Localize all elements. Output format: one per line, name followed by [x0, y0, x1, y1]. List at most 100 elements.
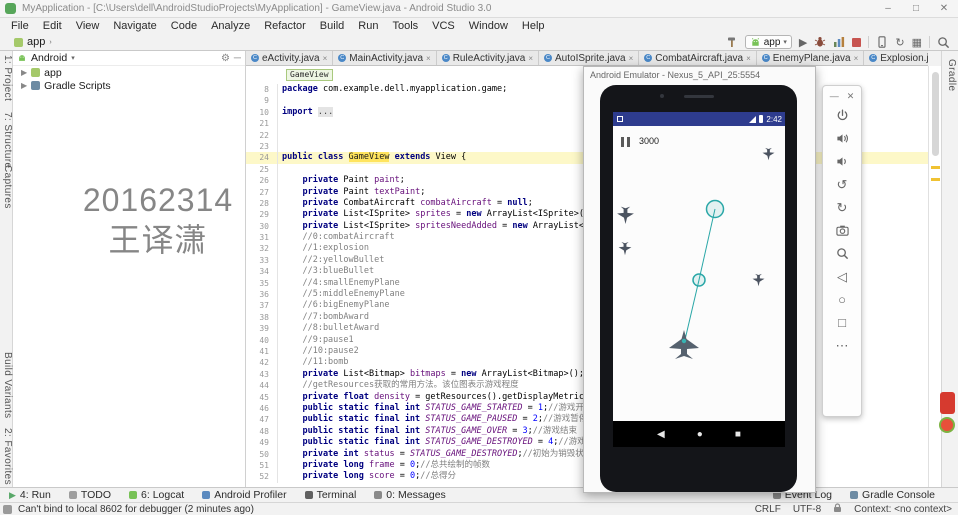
floating-mascot-icon[interactable]: [939, 417, 955, 433]
floating-badge-icon[interactable]: [939, 392, 955, 414]
menu-item-view[interactable]: View: [69, 18, 107, 34]
line-ending-indicator[interactable]: CRLF: [755, 504, 781, 515]
minimize-window-icon[interactable]: –: [874, 0, 902, 18]
tab-combataircraft-java[interactable]: C CombatAircraft.java ×: [639, 51, 757, 65]
menu-item-build[interactable]: Build: [313, 18, 351, 34]
nav-back-icon[interactable]: ◀: [657, 429, 665, 440]
emulator-home-icon[interactable]: ○: [823, 288, 861, 311]
menu-item-refactor[interactable]: Refactor: [257, 18, 313, 34]
tool-button-terminal[interactable]: Terminal: [296, 489, 366, 501]
emulator-close-icon[interactable]: ✕: [847, 91, 855, 102]
project-tree-item-gradle-scripts[interactable]: ▶ Gradle Scripts: [13, 79, 245, 92]
tool-button-build-variants[interactable]: Build Variants: [0, 352, 13, 419]
context-indicator[interactable]: Context: <no context>: [854, 504, 952, 515]
toolwindow-switcher-icon[interactable]: [3, 504, 12, 514]
tool-button-captures[interactable]: Captures: [0, 165, 13, 209]
avd-manager-icon[interactable]: [876, 36, 888, 48]
tool-button-4-run[interactable]: ▶ 4: Run: [0, 489, 60, 501]
menu-item-code[interactable]: Code: [164, 18, 204, 34]
nav-overview-icon[interactable]: ■: [735, 429, 741, 440]
tool-button-gradle[interactable]: Gradle: [944, 59, 957, 91]
close-tab-icon[interactable]: ×: [323, 54, 328, 63]
lock-icon[interactable]: [833, 502, 842, 515]
project-tree-label[interactable]: app: [44, 67, 62, 79]
close-tab-icon[interactable]: ×: [528, 54, 533, 63]
emulator-more-icon[interactable]: ⋯: [823, 334, 861, 357]
run-button[interactable]: ▶: [799, 36, 807, 49]
emulator-rotate-left-icon[interactable]: ↺: [823, 173, 861, 196]
menu-item-window[interactable]: Window: [462, 18, 515, 34]
tool-button-android-profiler[interactable]: Android Profiler: [193, 489, 295, 501]
menu-item-tools[interactable]: Tools: [385, 18, 425, 34]
close-tab-icon[interactable]: ×: [426, 54, 431, 63]
tab-explosion-java[interactable]: CExplosion.java×: [864, 51, 928, 65]
project-tree-label[interactable]: Gradle Scripts: [44, 80, 111, 92]
tool-button-label: 0: Messages: [386, 489, 446, 501]
warning-stripe-mark[interactable]: [931, 166, 940, 169]
tool-button-2-favorites[interactable]: 2: Favorites: [0, 428, 13, 485]
scrollbar-thumb[interactable]: [932, 72, 939, 156]
gear-icon[interactable]: ⚙: [221, 53, 230, 64]
tab-ruleactivity-java[interactable]: C RuleActivity.java ×: [437, 51, 539, 65]
emulator-back-icon[interactable]: ◁: [823, 265, 861, 288]
code-text: //11:bomb: [282, 357, 349, 368]
tool-button-1-project[interactable]: 1: Project: [0, 55, 13, 101]
breadcrumb[interactable]: app ›: [14, 36, 52, 48]
build-hammer-icon[interactable]: [726, 36, 738, 48]
line-number: 47: [246, 414, 278, 426]
tool-button-todo[interactable]: TODO: [60, 489, 120, 501]
close-tab-icon[interactable]: ×: [746, 54, 751, 63]
collapse-panel-icon[interactable]: ─: [234, 53, 241, 64]
tool-button-7-structure[interactable]: 7: Structure: [0, 112, 13, 169]
warning-stripe-mark[interactable]: [931, 178, 940, 181]
tab-mainactivity-java[interactable]: C MainActivity.java ×: [333, 51, 437, 65]
emulator-zoom-icon[interactable]: [823, 242, 861, 265]
menu-item-file[interactable]: File: [4, 18, 36, 34]
search-icon[interactable]: [937, 36, 950, 49]
close-window-icon[interactable]: ✕: [930, 0, 958, 18]
tool-button-6-logcat[interactable]: 6: Logcat: [120, 489, 193, 501]
project-view-label[interactable]: Android: [31, 52, 67, 64]
chevron-right-icon[interactable]: ▶: [21, 68, 27, 77]
module-icon: [14, 37, 23, 47]
emulator-volume-down-icon[interactable]: [823, 150, 861, 173]
emulator-rotate-right-icon[interactable]: ↻: [823, 196, 861, 219]
emulator-overview-icon[interactable]: □: [823, 311, 861, 334]
signal-icon: [749, 115, 757, 123]
tool-button-0-messages[interactable]: 0: Messages: [365, 489, 455, 501]
menu-item-vcs[interactable]: VCS: [425, 18, 462, 34]
game-area[interactable]: 3000: [613, 126, 785, 421]
sdk-manager-icon[interactable]: ▦: [912, 36, 922, 49]
tab-eactivity-java[interactable]: CeActivity.java ×: [246, 51, 334, 65]
debug-bug-icon[interactable]: [814, 36, 826, 48]
maximize-window-icon[interactable]: □: [902, 0, 930, 18]
menu-item-edit[interactable]: Edit: [36, 18, 69, 34]
stop-button[interactable]: [852, 37, 862, 47]
tab-enemyplane-java[interactable]: C EnemyPlane.java ×: [757, 51, 865, 65]
encoding-indicator[interactable]: UTF-8: [793, 504, 821, 515]
tool-button-gradle-console[interactable]: Gradle Console: [841, 489, 944, 501]
breadcrumb-label[interactable]: app: [27, 36, 45, 48]
menu-item-run[interactable]: Run: [351, 18, 385, 34]
run-config-select[interactable]: app ▾: [744, 35, 792, 49]
emulator-volume-up-icon[interactable]: [823, 127, 861, 150]
close-tab-icon[interactable]: ×: [629, 54, 634, 63]
emulator-minimize-icon[interactable]: —: [830, 91, 839, 101]
floating-widget[interactable]: [939, 392, 955, 433]
project-tree-item-app[interactable]: ▶ app: [13, 66, 245, 79]
gradle-sync-icon[interactable]: ↻: [895, 36, 904, 49]
menu-item-analyze[interactable]: Analyze: [204, 18, 257, 34]
emulator-power-icon[interactable]: [823, 104, 861, 127]
chevron-right-icon[interactable]: ▶: [21, 81, 27, 90]
tab-autoisprite-java[interactable]: C AutoISprite.java ×: [539, 51, 640, 65]
nav-home-icon[interactable]: ●: [697, 429, 703, 440]
emulator-screenshot-icon[interactable]: [823, 219, 861, 242]
player-aircraft-sprite[interactable]: [667, 329, 701, 364]
pause-button[interactable]: [621, 137, 630, 147]
project-view-header[interactable]: Android ▾ ⚙ ─: [13, 51, 245, 66]
menu-item-help[interactable]: Help: [515, 18, 552, 34]
close-tab-icon[interactable]: ×: [854, 54, 859, 63]
profiler-icon[interactable]: [833, 36, 845, 48]
menu-item-navigate[interactable]: Navigate: [106, 18, 163, 34]
phone-screen[interactable]: 2:42 3000 ◀ ● ■: [613, 112, 785, 447]
